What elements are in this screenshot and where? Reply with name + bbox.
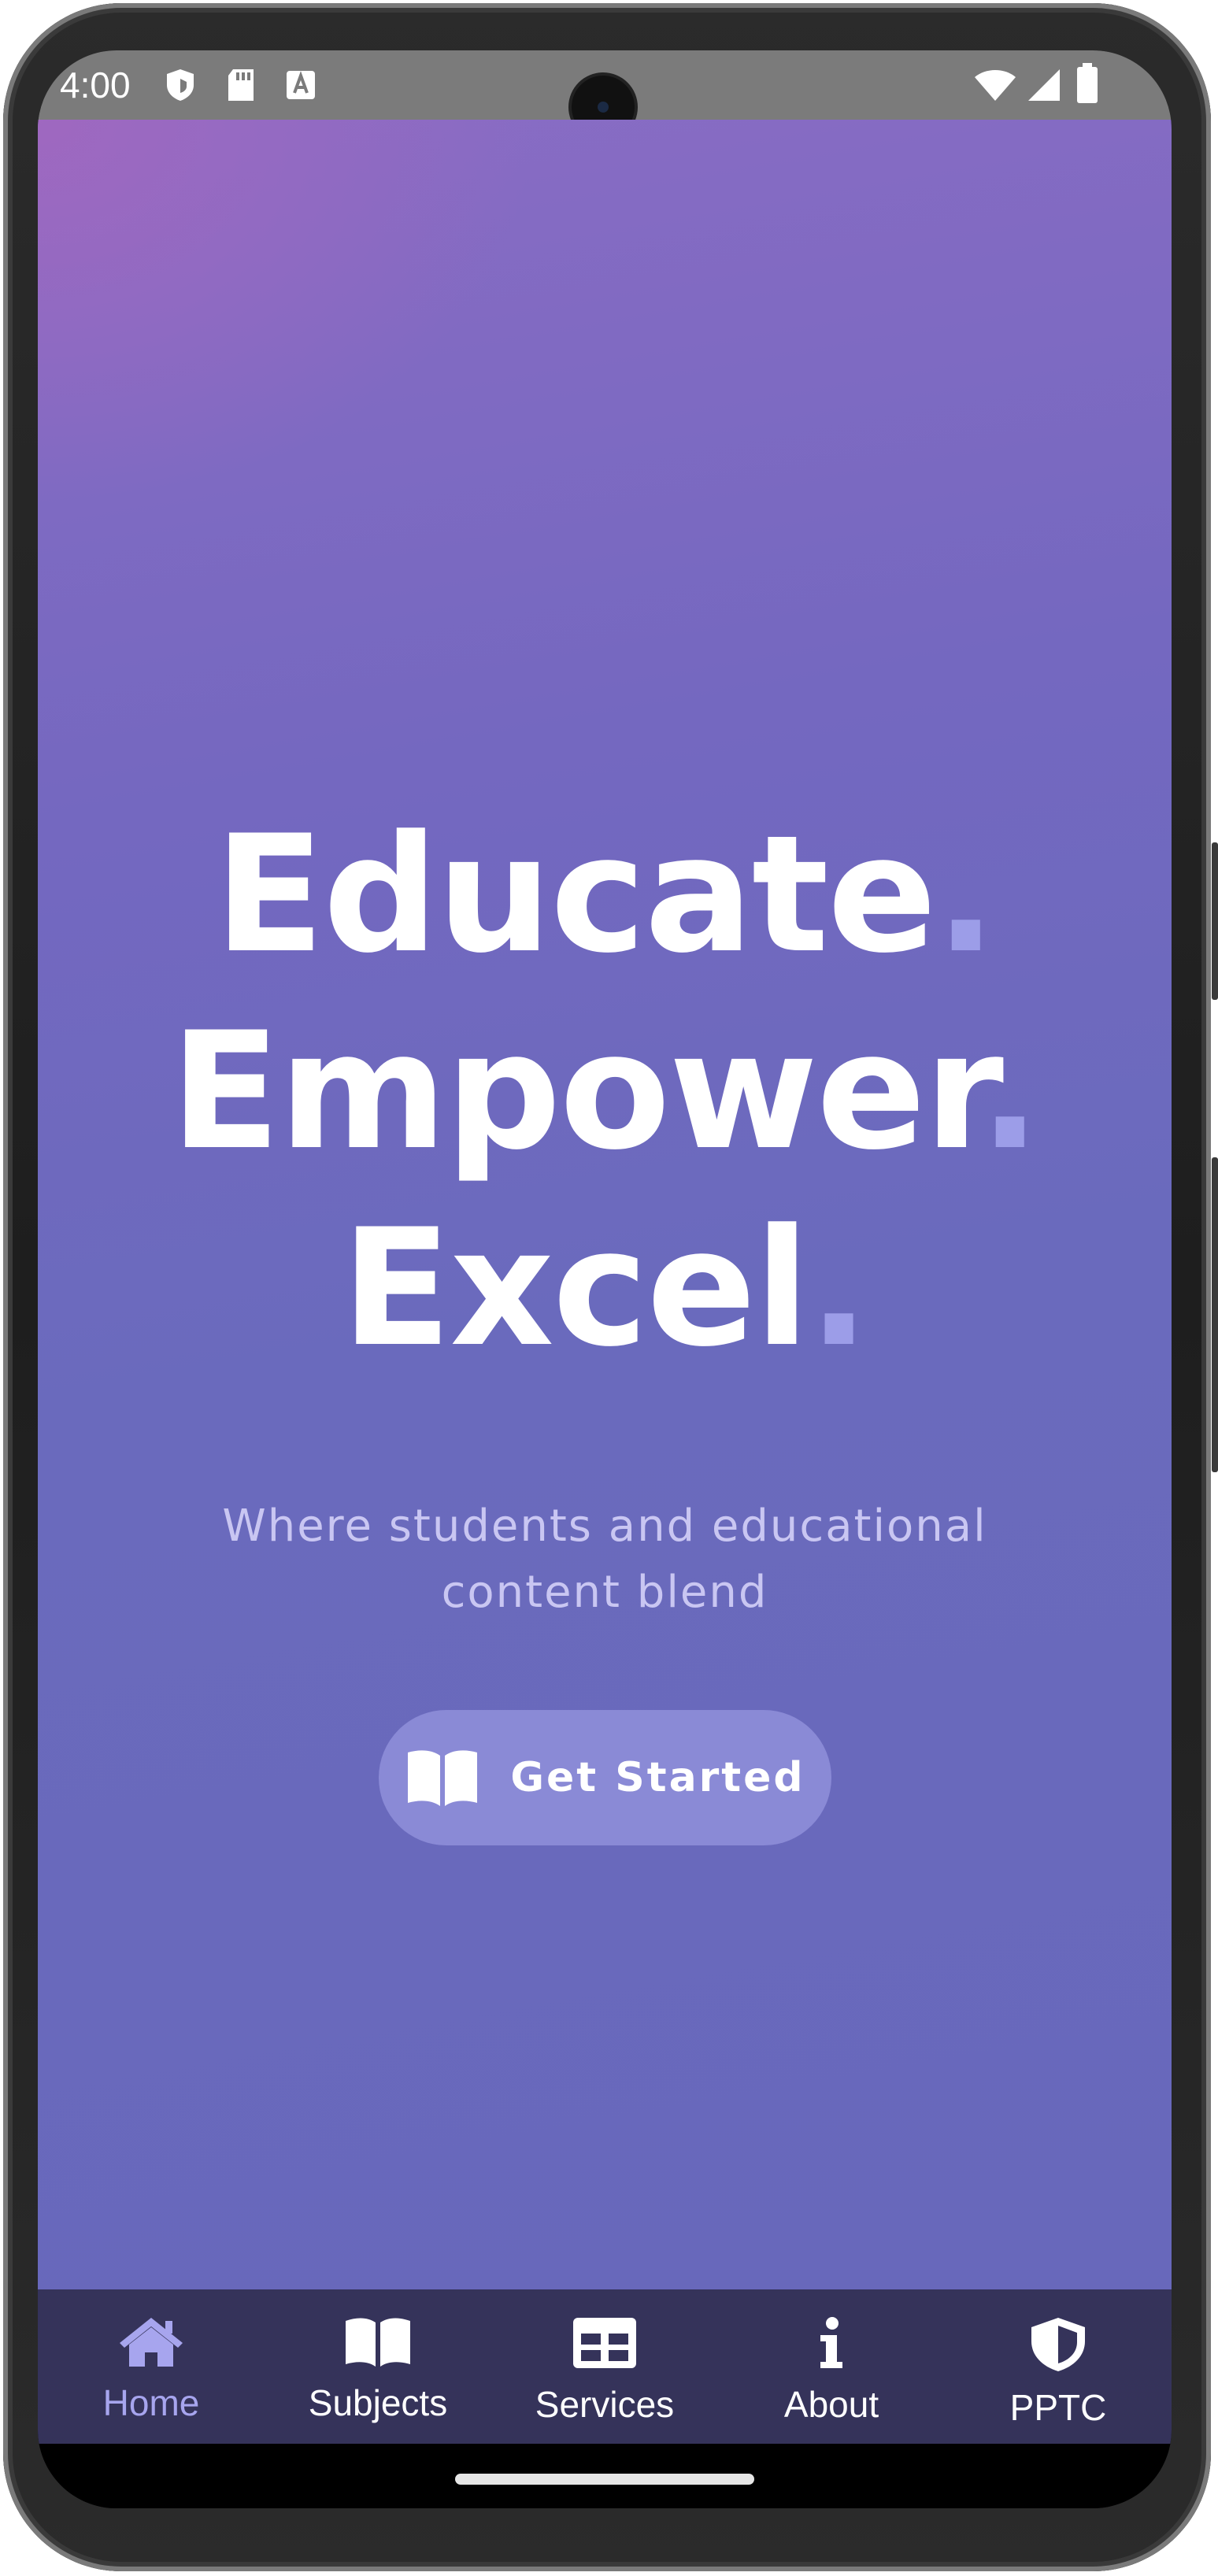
- nav-item-subjects[interactable]: Subjects: [265, 2289, 491, 2444]
- home-icon: [118, 2316, 184, 2371]
- headline-dot: .: [935, 801, 997, 989]
- open-book-icon: [344, 2316, 412, 2371]
- nav-item-services[interactable]: Services: [491, 2289, 718, 2444]
- nav-label-pptc: PPTC: [1009, 2387, 1107, 2428]
- volume-button: [1212, 1157, 1218, 1472]
- nav-label-services: Services: [535, 2384, 675, 2425]
- nav-label-about: About: [783, 2384, 879, 2425]
- headline-dot: .: [808, 1195, 870, 1382]
- hero-subtitle: Where students and educational content b…: [222, 1501, 987, 1618]
- screen: 4:00 Educate. Empower. Excel. Where stud…: [38, 50, 1172, 2508]
- status-time: 4:00: [60, 65, 131, 105]
- headline-word: Educate: [214, 801, 937, 989]
- shield-icon: [1028, 2316, 1088, 2376]
- headline-line-3: Excel.: [38, 1190, 1172, 1387]
- headline-dot: .: [979, 998, 1041, 1186]
- get-started-button[interactable]: Get Started: [379, 1710, 831, 1845]
- table-icon: [572, 2316, 638, 2373]
- nav-label-subjects: Subjects: [308, 2382, 448, 2423]
- headline-word: Excel: [341, 1195, 810, 1382]
- nav-item-home[interactable]: Home: [38, 2289, 265, 2444]
- nav-label-home: Home: [102, 2382, 200, 2423]
- headline-line-2: Empower.: [38, 994, 1172, 1190]
- phone-frame: 4:00 Educate. Empower. Excel. Where stud…: [0, 0, 1218, 2576]
- home-indicator[interactable]: [455, 2474, 754, 2485]
- open-book-icon: [405, 1748, 480, 1808]
- status-bar: 4:00: [38, 50, 1172, 139]
- info-icon: [816, 2316, 847, 2373]
- bottom-navigation: Home Subjects Services About PPTC: [38, 2289, 1172, 2444]
- headline-word: Empower: [170, 998, 981, 1186]
- shield-icon: [164, 68, 197, 105]
- wifi-icon: [973, 66, 1017, 107]
- headline-line-1: Educate.: [38, 797, 1172, 994]
- nav-item-pptc[interactable]: PPTC: [945, 2289, 1172, 2444]
- text-a-icon: [285, 68, 317, 105]
- signal-icon: [1025, 66, 1061, 107]
- battery-icon: [1075, 63, 1099, 107]
- nav-item-about[interactable]: About: [718, 2289, 945, 2444]
- hero-section: Educate. Empower. Excel. Where students …: [38, 120, 1172, 2289]
- sd-card-icon: [225, 68, 257, 105]
- get-started-label: Get Started: [510, 1754, 805, 1801]
- power-button: [1212, 842, 1218, 1000]
